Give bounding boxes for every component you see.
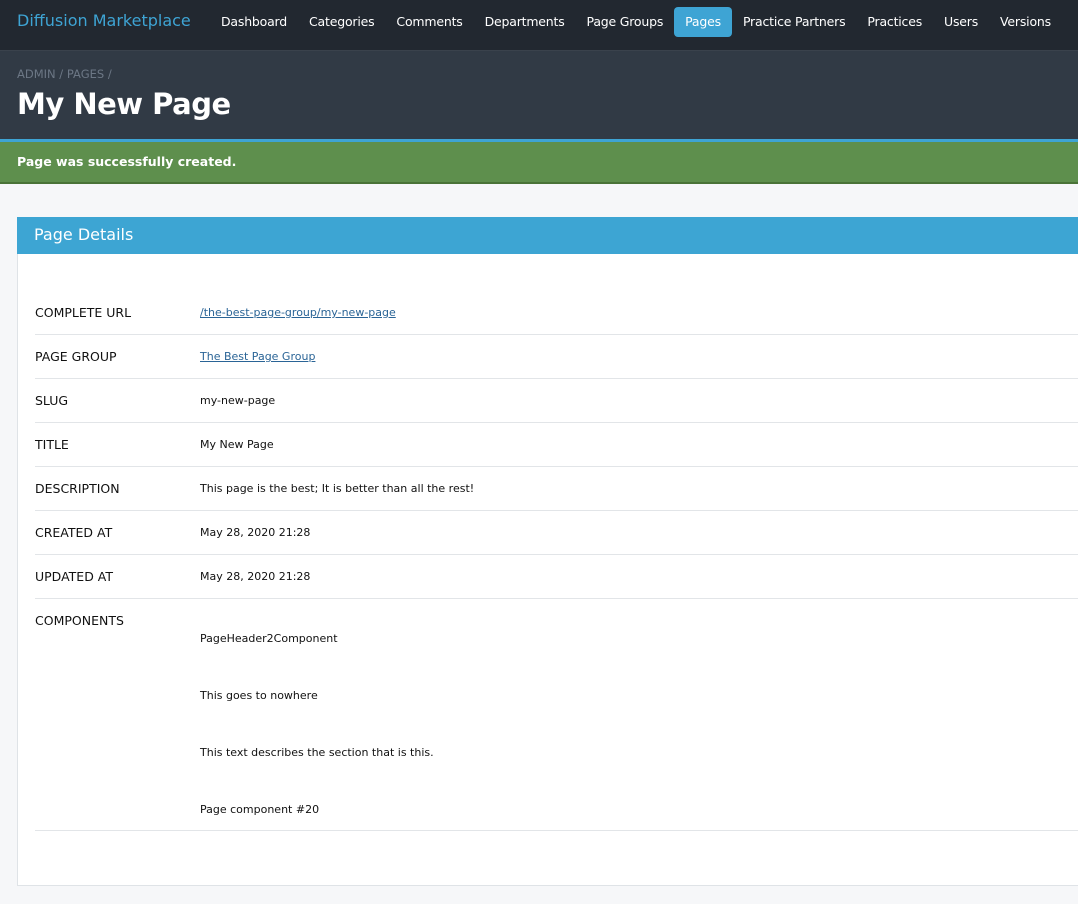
- page-group-link[interactable]: The Best Page Group: [200, 350, 315, 363]
- component-item: This goes to nowhere: [200, 689, 318, 702]
- success-alert: Page was successfully created.: [0, 142, 1078, 184]
- row-value: my-new-page: [200, 394, 276, 407]
- detail-row: COMPLETE URL /the-best-page-group/my-new…: [35, 290, 1078, 335]
- nav-versions[interactable]: Versions: [989, 7, 1062, 37]
- component-item: Page component #20: [200, 803, 320, 816]
- breadcrumb-admin[interactable]: ADMIN: [17, 67, 56, 81]
- top-navbar: Diffusion Marketplace Dashboard Categori…: [0, 0, 1078, 51]
- nav-users[interactable]: Users: [933, 7, 989, 37]
- page-title: My New Page: [17, 87, 231, 121]
- nav-dashboard[interactable]: Dashboard: [210, 7, 298, 37]
- breadcrumb-pages[interactable]: PAGES: [67, 67, 104, 81]
- component-item: This text describes the section that is …: [200, 746, 434, 759]
- detail-row: UPDATED AT May 28, 2020 21:28: [35, 555, 1078, 599]
- nav-comments[interactable]: Comments: [385, 7, 473, 37]
- nav-practice-partners[interactable]: Practice Partners: [732, 7, 856, 37]
- row-value: May 28, 2020 21:28: [200, 526, 311, 539]
- components-row: COMPONENTS PageHeader2Component This goe…: [35, 599, 1078, 831]
- nav-categories[interactable]: Categories: [298, 7, 385, 37]
- nav-departments[interactable]: Departments: [474, 7, 576, 37]
- detail-row: CREATED AT May 28, 2020 21:28: [35, 511, 1078, 555]
- page-header: ADMIN / PAGES / My New Page: [0, 51, 1078, 139]
- page-details-card: Page Details COMPLETE URL /the-best-page…: [17, 217, 1078, 886]
- row-label: COMPLETE URL: [35, 305, 132, 320]
- detail-row: DESCRIPTION This page is the best; It is…: [35, 467, 1078, 511]
- row-value: This page is the best; It is better than…: [200, 482, 475, 495]
- row-label: DESCRIPTION: [35, 481, 120, 496]
- detail-row: SLUG my-new-page: [35, 379, 1078, 423]
- nav-page-groups[interactable]: Page Groups: [576, 7, 675, 37]
- nav-practices[interactable]: Practices: [856, 7, 933, 37]
- component-item: PageHeader2Component: [200, 632, 338, 645]
- row-label: CREATED AT: [35, 525, 113, 540]
- row-label: PAGE GROUP: [35, 349, 117, 364]
- brand-link[interactable]: Diffusion Marketplace: [17, 11, 191, 30]
- row-label: UPDATED AT: [35, 569, 114, 584]
- row-label: TITLE: [35, 437, 69, 452]
- row-label: SLUG: [35, 393, 69, 408]
- card-title: Page Details: [17, 217, 1078, 254]
- row-label: COMPONENTS: [35, 613, 124, 628]
- breadcrumb: ADMIN / PAGES /: [17, 67, 112, 81]
- complete-url-link[interactable]: /the-best-page-group/my-new-page: [200, 306, 396, 319]
- row-value: May 28, 2020 21:28: [200, 570, 311, 583]
- nav-pages[interactable]: Pages: [674, 7, 732, 37]
- detail-row: TITLE My New Page: [35, 423, 1078, 467]
- detail-row: PAGE GROUP The Best Page Group: [35, 335, 1078, 379]
- row-value: My New Page: [200, 438, 274, 451]
